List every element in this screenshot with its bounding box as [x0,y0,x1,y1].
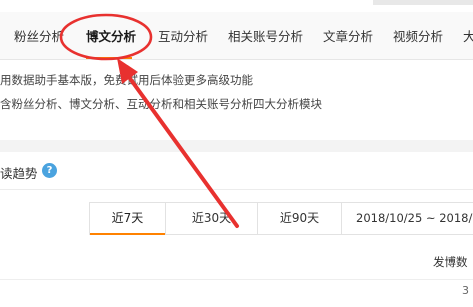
tab-post-analysis[interactable]: 博文分析 [86,28,136,46]
top-strip-accent [373,0,473,5]
section-divider [0,140,473,152]
date-range-picker[interactable]: 2018/10/25 ~ 2018/10/3 [356,203,473,234]
notice-line-1: 用数据助手基本版，免费试用后体验更多高级功能 [0,73,253,87]
range-90-days-button[interactable]: 近90天 [258,203,342,234]
table-divider [0,279,473,280]
section-title: 读趋势 [0,166,38,181]
tab-related-accounts-analysis[interactable]: 相关账号分析 [228,28,303,46]
page: 粉丝分析 博文分析 互动分析 相关账号分析 文章分析 视频分析 大 用数据助手基… [0,0,473,307]
tab-more-analysis[interactable]: 大 [463,28,473,46]
tab-video-analysis[interactable]: 视频分析 [393,28,443,46]
range-7-days-button[interactable]: 近7天 [89,203,166,235]
tab-article-analysis[interactable]: 文章分析 [323,28,373,46]
date-range-selector: 近7天 近30天 近90天 2018/10/25 ~ 2018/10/3 [89,202,473,235]
analysis-tab-bar: 粉丝分析 博文分析 互动分析 相关账号分析 文章分析 视频分析 大 [0,12,473,60]
tab-interaction-analysis[interactable]: 互动分析 [158,28,208,46]
pagination-page[interactable]: 3 [462,284,469,297]
range-30-days-button[interactable]: 近30天 [166,203,258,234]
tab-fans-analysis[interactable]: 粉丝分析 [14,28,64,46]
notice-line-2: 含粉丝分析、博文分析、互动分析和相关账号分析四大分析模块 [0,97,322,111]
question-circle-icon[interactable]: ? [42,163,57,178]
active-tab-indicator [86,57,132,59]
trend-section-header: 读趋势 ? [0,152,473,190]
metric-column-header: 发博数 [433,255,468,269]
